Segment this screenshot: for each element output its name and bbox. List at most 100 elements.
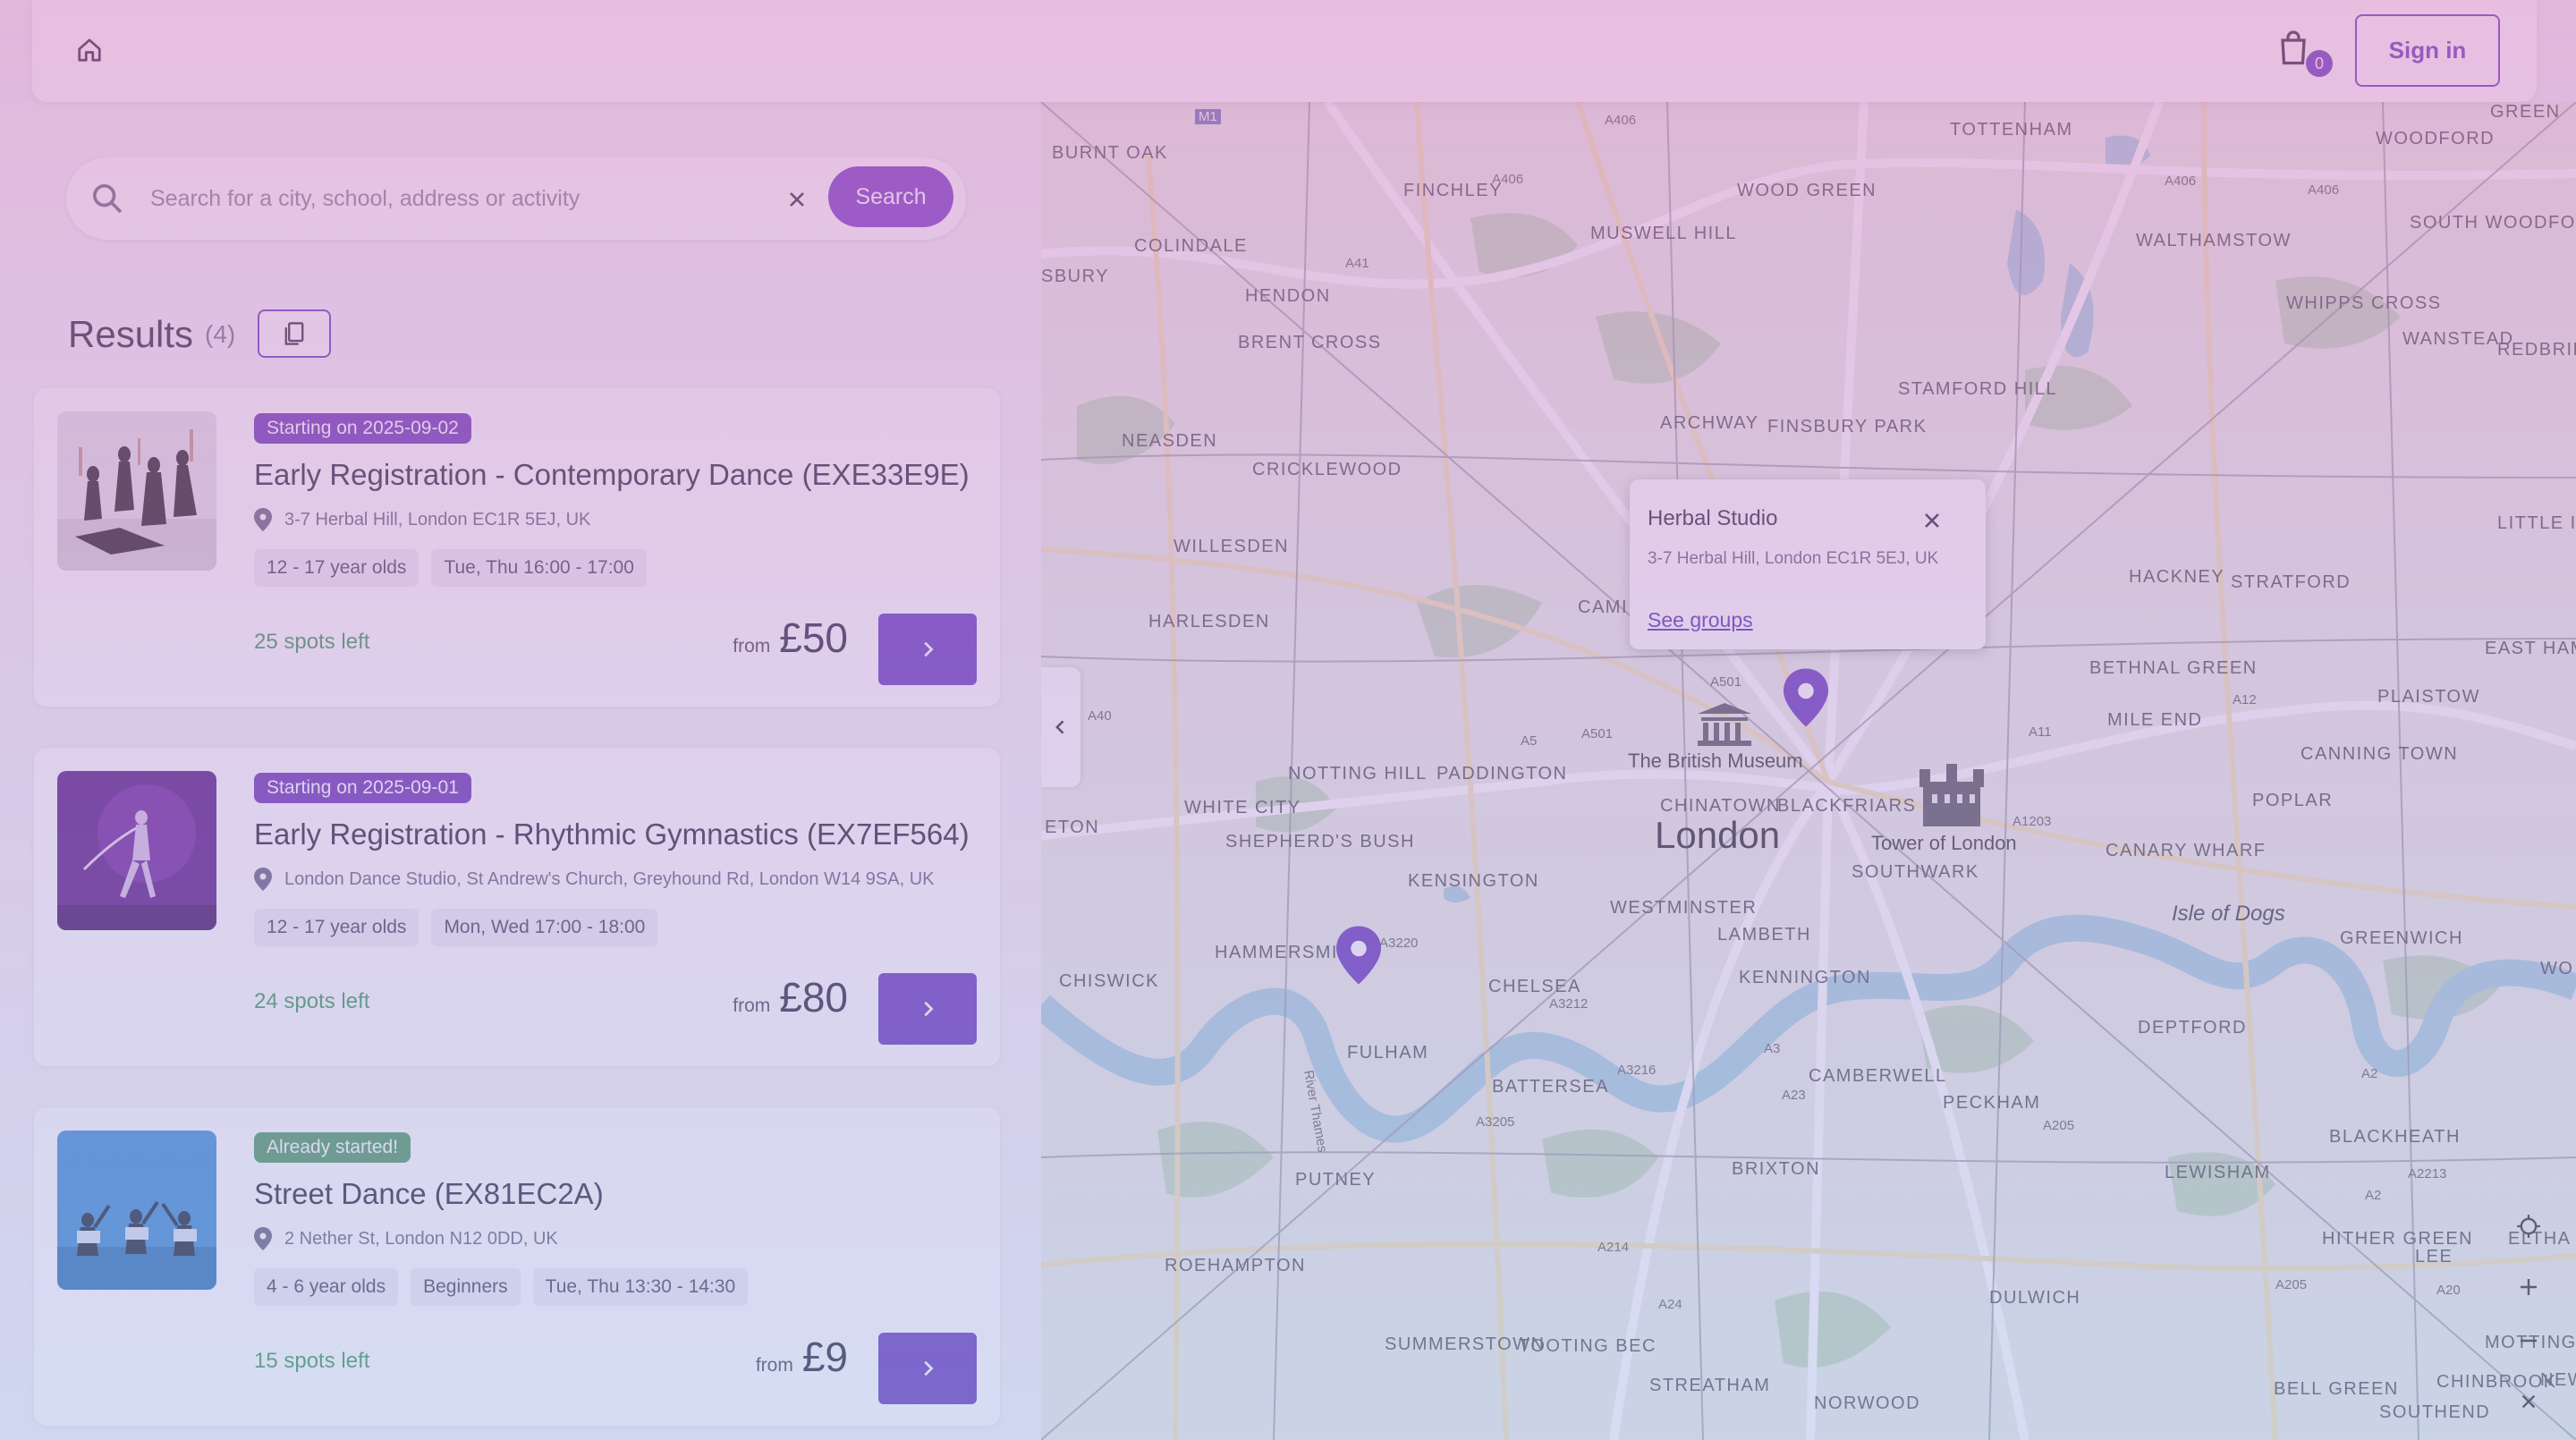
road-label: A501 xyxy=(1581,726,1614,741)
road-label: A40 xyxy=(1088,708,1112,724)
map-area-label: SOUTH WOODFORD xyxy=(2410,213,2576,233)
road-label: A2213 xyxy=(2408,1166,2447,1182)
map-area-label: LEE xyxy=(2415,1247,2453,1266)
map-area-label: POPLAR xyxy=(2252,791,2334,810)
map-area-label: ROEHAMPTON xyxy=(1165,1256,1306,1275)
map-area-label: WOODFORD xyxy=(2376,129,2496,148)
home-icon xyxy=(78,38,101,62)
road-label: A205 xyxy=(2043,1118,2075,1133)
tag-list: 12 - 17 year olds Mon, Wed 17:00 - 18:00 xyxy=(254,909,658,946)
map-area-label: BELL GREEN xyxy=(2274,1379,2399,1399)
map-area-label: WESTMINSTER xyxy=(1610,898,1758,918)
map-area-label: CAMI xyxy=(1578,597,1628,617)
activity-image xyxy=(57,1131,216,1290)
cart-button[interactable]: 0 xyxy=(2277,30,2333,80)
price-from-label: from xyxy=(733,636,771,656)
map-area-label: SBURY xyxy=(1041,267,1110,286)
map-area-label: BATTERSEA xyxy=(1492,1077,1609,1097)
open-activity-button[interactable] xyxy=(878,973,977,1045)
map-area-label: WHIPPS CROSS xyxy=(2286,293,2442,313)
location-pin-icon xyxy=(254,508,272,531)
result-card[interactable]: Already started! Street Dance (EX81EC2A)… xyxy=(34,1107,1000,1426)
map-area-label: ARCHWAY xyxy=(1660,413,1759,433)
address-text: London Dance Studio, St Andrew's Church,… xyxy=(284,868,935,889)
road-label: A205 xyxy=(2275,1277,2308,1292)
schedule-tag: Mon, Wed 17:00 - 18:00 xyxy=(431,909,658,946)
results-count: (4) xyxy=(205,320,236,348)
map-pin-icon[interactable] xyxy=(1784,667,1828,728)
tag-list: 4 - 6 year olds Beginners Tue, Thu 13:30… xyxy=(254,1268,749,1306)
activity-image xyxy=(57,771,216,930)
sign-in-button[interactable]: Sign in xyxy=(2355,14,2500,87)
map-area-label: FINCHLEY xyxy=(1403,181,1503,200)
map-area-label: MILE END xyxy=(2107,710,2203,730)
map-area-label: GREENWICH xyxy=(2340,928,2463,948)
address-text: 2 Nether St, London N12 0DD, UK xyxy=(284,1228,558,1249)
price-value: £80 xyxy=(779,974,848,1021)
home-button[interactable] xyxy=(72,32,107,68)
map-close-button[interactable] xyxy=(2508,1381,2549,1422)
result-card[interactable]: Starting on 2025-09-02 Early Registratio… xyxy=(34,388,1000,707)
zoom-in-button[interactable] xyxy=(2508,1266,2549,1308)
road-label: A24 xyxy=(1658,1297,1682,1312)
zoom-in-icon xyxy=(2521,1279,2537,1295)
search-button[interactable]: Search xyxy=(828,166,953,227)
results-panel: Search Results (4) Starting on 2025-09-0… xyxy=(0,102,1041,1440)
activity-title[interactable]: Early Registration - Contemporary Dance … xyxy=(254,458,970,492)
spots-left: 15 spots left xyxy=(254,1349,370,1373)
map-area-label: BLACKHEATH xyxy=(2329,1127,2461,1147)
clear-search-button[interactable] xyxy=(778,181,816,218)
road-label: M1 xyxy=(1195,109,1221,124)
price-from-label: from xyxy=(755,1355,793,1376)
zoom-out-button[interactable] xyxy=(2508,1320,2549,1361)
schedule-tag: Tue, Thu 13:30 - 14:30 xyxy=(532,1268,749,1306)
road-label: A2 xyxy=(2365,1188,2382,1203)
map-area-label: SOUTHEND xyxy=(2379,1402,2491,1422)
road-label: A3216 xyxy=(1617,1063,1657,1078)
result-card[interactable]: Starting on 2025-09-01 Early Registratio… xyxy=(34,748,1000,1066)
top-header: 0 Sign in xyxy=(32,0,2537,102)
activity-image xyxy=(57,411,216,571)
road-label: A41 xyxy=(1345,256,1369,271)
road-label: A3 xyxy=(1764,1041,1781,1056)
collapse-panel-button[interactable] xyxy=(1041,667,1080,787)
map-area-label: STAMFORD HILL xyxy=(1898,379,2058,399)
popup-close-button[interactable] xyxy=(1914,503,1950,538)
map-area-label: BRENT CROSS xyxy=(1238,333,1382,352)
map-area-label: CHELSEA xyxy=(1488,977,1581,996)
map-area-label: REDBRIDGE xyxy=(2497,340,2576,360)
age-tag: 12 - 17 year olds xyxy=(254,549,419,587)
spots-left: 24 spots left xyxy=(254,989,370,1013)
map-area-label: PECKHAM xyxy=(1943,1093,2041,1113)
map-area-label: WALTHAMSTOW xyxy=(2136,231,2292,250)
activity-title[interactable]: Street Dance (EX81EC2A) xyxy=(254,1177,604,1211)
map-area-label: FULHAM xyxy=(1347,1043,1429,1063)
spots-left: 25 spots left xyxy=(254,630,370,654)
see-groups-link[interactable]: See groups xyxy=(1648,608,1753,632)
price: from £80 xyxy=(733,973,848,1021)
open-activity-button[interactable] xyxy=(878,1333,977,1404)
chevron-right-icon xyxy=(924,1001,934,1017)
road-label: A406 xyxy=(1492,172,1524,187)
chevron-left-icon xyxy=(1055,720,1064,734)
map-area-label: PLAISTOW xyxy=(2377,687,2480,707)
activity-title[interactable]: Early Registration - Rhythmic Gymnastics… xyxy=(254,817,970,851)
activity-address: 3-7 Herbal Hill, London EC1R 5EJ, UK xyxy=(254,508,590,531)
map-area-label: HAMMERSMI xyxy=(1215,943,1338,962)
locate-button[interactable] xyxy=(2508,1206,2549,1247)
map-view[interactable]: TOTTENHAM WOODFORD FINCHLEY WOOD GREEN W… xyxy=(1041,102,2576,1440)
map-pin-icon[interactable] xyxy=(1336,925,1381,986)
search-input[interactable] xyxy=(150,174,830,224)
map-area-label: BETHNAL GREEN xyxy=(2089,658,2258,678)
map-area-label: STRATFORD xyxy=(2231,572,2351,592)
search-icon xyxy=(93,184,123,214)
map-area-label: KENSINGTON xyxy=(1408,871,1539,891)
map-area-label: LAMBETH xyxy=(1717,925,1811,944)
map-area-label: LITTLE ILF xyxy=(2497,513,2576,533)
open-activity-button[interactable] xyxy=(878,614,977,685)
map-area-label: COLINDALE xyxy=(1134,236,1248,256)
map-area-label: ETON xyxy=(1045,817,1100,837)
map-area-label: PUTNEY xyxy=(1295,1170,1377,1190)
tower-icon xyxy=(1919,764,1984,826)
copy-results-button[interactable] xyxy=(258,309,331,358)
